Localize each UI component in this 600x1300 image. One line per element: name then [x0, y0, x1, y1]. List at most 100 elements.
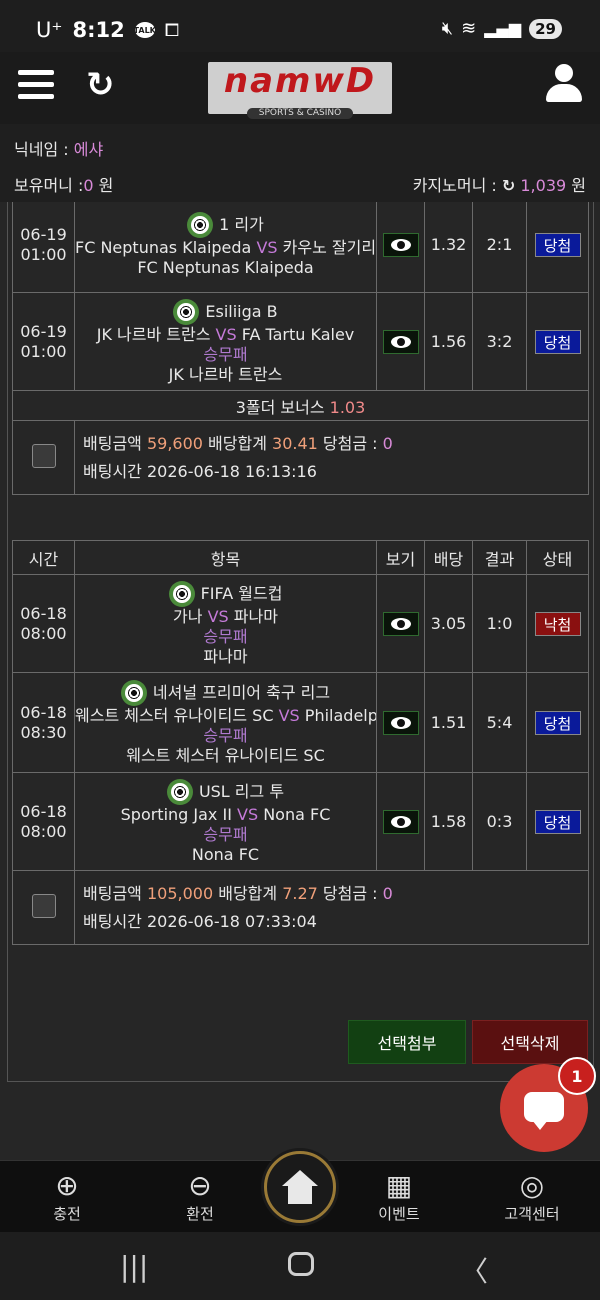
match-time: 06-18 08:00: [12, 574, 75, 673]
bonus-value: 1.03: [329, 397, 366, 417]
summary-row: 배팅금액 105,000 배당합계 7.27 당첨금 : 0 배팅시간 2026…: [12, 870, 589, 945]
home-team: 가나: [173, 606, 203, 626]
away-team: 카우노 잘기리스: [282, 237, 377, 257]
odds-total-label: 배당합계: [202, 433, 273, 453]
league-name: Esiliiga B: [205, 301, 278, 321]
kakaotalk-icon: TALK: [134, 22, 156, 38]
home-team: Sporting Jax II: [120, 804, 232, 824]
match-item: FIFA 월드컵 가나 VS 파나마 승무패 파나마: [74, 574, 377, 673]
menu-icon[interactable]: [18, 70, 54, 102]
gift-icon: ▦: [385, 1169, 413, 1202]
odds-total: 30.41: [272, 433, 318, 453]
table-row: 06-19 01:00 Esiliiga B JK 나르바 트란스 VS FA T…: [12, 292, 589, 391]
screenshot-icon: ⧠: [164, 19, 180, 41]
odds-value: 1.58: [424, 772, 473, 871]
chat-badge: 1: [558, 1057, 596, 1095]
home-team: 웨스트 체스터 유나이티드 SC: [75, 705, 274, 725]
logo[interactable]: namwD SPORTS & CASINO: [208, 62, 392, 119]
user-icon[interactable]: [546, 64, 582, 104]
eye-icon: [390, 716, 411, 729]
view-button[interactable]: [382, 611, 419, 636]
odds-total: 7.27: [282, 883, 318, 903]
view-button[interactable]: [382, 232, 419, 257]
bet-summary: 배팅금액 59,600 배당합계 30.41 당첨금 : 0 배팅시간 2026…: [74, 420, 589, 495]
bottom-nav: ⊕ 충전 ⊖ 환전 ▦ 이벤트 ◎ 고객센터: [0, 1151, 600, 1232]
select-checkbox[interactable]: [31, 893, 56, 918]
money-label: 보유머니 :: [14, 176, 84, 195]
match-time: 06-19 01:00: [12, 292, 75, 391]
match-clock: 08:00: [20, 623, 67, 643]
view-button[interactable]: [382, 710, 419, 735]
refresh-icon[interactable]: ↻: [86, 68, 115, 102]
folder-bonus: 3폴더 보너스 1.03: [12, 390, 589, 421]
view-button[interactable]: [382, 809, 419, 834]
match-clock: 01:00: [20, 244, 67, 264]
attach-selected-button[interactable]: 선택첨부: [348, 1020, 466, 1064]
odds-value: 1.51: [424, 672, 473, 773]
chat-icon: [524, 1092, 564, 1130]
status-badge: 당첨: [534, 232, 581, 257]
soccer-ball-icon: [166, 778, 193, 805]
bet-amount-label: 배팅금액: [83, 883, 147, 903]
picked-team: JK 나르바 트란스: [168, 364, 283, 384]
soccer-ball-icon: [120, 679, 147, 706]
vs-label: VS: [202, 606, 234, 626]
casino-money-value: 1,039: [520, 176, 567, 195]
bet-amount-label: 배팅금액: [83, 433, 147, 453]
nav-exchange[interactable]: ⊖ 환전: [155, 1169, 245, 1224]
casino-refresh-icon[interactable]: ↻: [502, 176, 515, 195]
score: 2:1: [472, 202, 527, 293]
logo-subtitle: SPORTS & CASINO: [246, 108, 354, 119]
wifi-icon: ≋: [461, 18, 477, 39]
summary-row: 배팅금액 59,600 배당합계 30.41 당첨금 : 0 배팅시간 2026…: [12, 420, 589, 495]
away-team: FA Tartu Kalev: [241, 324, 355, 344]
view-button[interactable]: [382, 329, 419, 354]
bet-amount: 59,600: [146, 433, 203, 453]
home-team: FC Neptunas Klaipeda: [75, 237, 252, 257]
money-value: 0: [83, 176, 94, 195]
away-team: 파나마: [233, 606, 278, 626]
vs-label: VS: [231, 804, 264, 824]
nav-charge[interactable]: ⊕ 충전: [22, 1169, 112, 1224]
away-team: Philadelphia: [304, 705, 377, 725]
match-date: 06-18: [20, 801, 67, 821]
clock: 8:12: [72, 18, 125, 42]
status-cell: 당첨: [526, 292, 589, 391]
status-cell: 당첨: [526, 672, 589, 773]
status-badge: 낙첨: [534, 611, 581, 636]
select-checkbox[interactable]: [31, 443, 56, 468]
header-view: 보기: [376, 540, 425, 575]
status-badge: 당첨: [534, 809, 581, 834]
odds-total-label: 배당합계: [213, 883, 283, 903]
status-badge: 당첨: [534, 710, 581, 735]
bet-type: 승무패: [203, 344, 248, 364]
app-header: ↻ namwD SPORTS & CASINO: [0, 52, 600, 124]
match-date: 06-18: [20, 702, 67, 722]
match-date: 06-19: [20, 321, 67, 341]
match-time: 06-18 08:30: [12, 672, 75, 773]
bet-type: 승무패: [203, 725, 248, 745]
select-cell: [12, 420, 75, 495]
picked-team: Nona FC: [191, 844, 260, 864]
recent-apps-icon[interactable]: |||: [120, 1250, 148, 1283]
headset-icon: ◎: [519, 1169, 545, 1202]
table-header: 시간 항목 보기 배당 결과 상태: [12, 540, 589, 575]
view-cell: [376, 202, 425, 293]
nav-event[interactable]: ▦ 이벤트: [354, 1169, 444, 1224]
bet-slip-2: 시간 항목 보기 배당 결과 상태 06-18 08:00 FIFA 월드컵 가나…: [12, 540, 589, 945]
home-nav-icon[interactable]: [288, 1252, 314, 1276]
eye-icon: [390, 238, 411, 251]
eye-icon: [390, 335, 411, 348]
win-label: 당첨금 :: [317, 883, 383, 903]
nav-support[interactable]: ◎ 고객센터: [487, 1169, 577, 1224]
view-cell: [376, 292, 425, 391]
back-icon[interactable]: 〈: [460, 1250, 488, 1290]
status-cell: 당첨: [526, 772, 589, 871]
bonus-label: 3폴더 보너스: [235, 397, 330, 417]
account-info: 닉네임 : 에샤 보유머니 :0 원 카지노머니 : ↻ 1,039 원: [0, 124, 600, 202]
home-button[interactable]: [264, 1151, 336, 1223]
nav-charge-label: 충전: [53, 1205, 81, 1223]
status-cell: 당첨: [526, 202, 589, 293]
view-cell: [376, 574, 425, 673]
bet-time: 2026-06-18 16:13:16: [146, 461, 317, 481]
